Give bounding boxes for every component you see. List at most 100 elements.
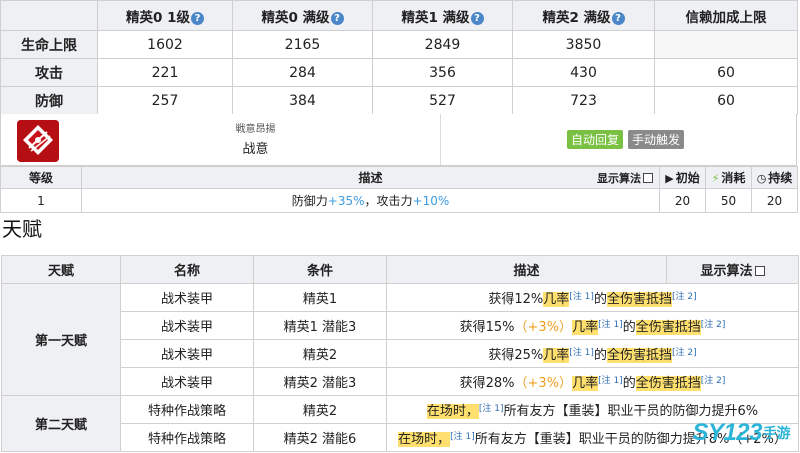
note-link[interactable]: [注 2] (701, 376, 726, 386)
help-icon[interactable]: ? (330, 11, 344, 25)
note-link[interactable]: [注 2] (672, 348, 697, 358)
stats-header-e0-max: 精英0 满级? (232, 0, 373, 31)
stats-cell: 3850 (512, 30, 655, 59)
talents-table: 天赋 名称 条件 描述 显示算法 第一天赋 战术装甲 精英1 获得12%几率[注… (1, 255, 799, 452)
stats-header-e1-max: 精英1 满级? (372, 0, 513, 31)
skill-name: 战意 (242, 142, 269, 157)
help-icon[interactable]: ? (470, 11, 484, 25)
talent-row: 第二天赋 特种作战策略 精英2 在场时，[注 1]所有友方【重装】职业干员的防御… (1, 395, 799, 452)
skill-icon (17, 120, 59, 162)
talents-header-row: 天赋 名称 条件 描述 显示算法 (1, 255, 799, 284)
talent-col: 天赋 (1, 255, 121, 284)
talent-row: 特种作战策略 精英2 潜能6 在场时，[注 1]所有友方【重装】职业干员的防御力… (2, 423, 799, 452)
stats-cell: 384 (232, 86, 373, 115)
stats-header-corner (0, 0, 98, 31)
note-link[interactable]: [注 2] (701, 320, 726, 330)
talent-name: 特种作战策略 (120, 423, 254, 452)
stats-cell: 1602 (97, 30, 233, 59)
show-formula-checkbox[interactable] (754, 266, 765, 276)
skill-initial-col: ▶ 初始 (659, 166, 706, 189)
skill-names: 戦意昂揚 战意 (71, 114, 441, 165)
skill-cost-value: 50 (705, 188, 752, 213)
talent-condition: 精英1 潜能3 (253, 311, 387, 340)
show-formula-checkbox[interactable] (643, 173, 653, 183)
stats-cell (654, 30, 798, 59)
play-icon: ▶ (665, 172, 674, 185)
stats-row-label: 防御 (0, 86, 98, 115)
stats-cell: 257 (97, 86, 233, 115)
stats-cell: 284 (232, 58, 373, 87)
talent-description: 在场时，[注 1]所有友方【重装】职业干员的防御力提升8%（+2%） (386, 423, 799, 452)
note-link[interactable]: [注 1] (569, 292, 594, 302)
skill-level-header: 等级 描述 显示算法 ▶ 初始 ⚡ 消耗 ◷ 持续 (0, 166, 798, 189)
note-link[interactable]: [注 2] (672, 292, 697, 302)
skill-initial-value: 20 (659, 188, 706, 213)
talent-row: 战术装甲 精英2 潜能3 获得28%（+3%）几率[注 1]的全伤害抵挡[注 2… (2, 367, 799, 396)
recovery-type-badge: 自动回复 (567, 130, 624, 149)
stats-row-label: 攻击 (0, 58, 98, 87)
talent-description: 获得25%几率[注 1]的全伤害抵挡[注 2] (386, 339, 799, 368)
lightning-icon: ⚡ (711, 172, 720, 185)
stats-cell: 60 (654, 58, 798, 87)
stats-table: 精英0 1级? 精英0 满级? 精英1 满级? 精英2 满级? 信赖加成上限 生… (0, 0, 798, 115)
talent-description: 获得12%几率[注 1]的全伤害抵挡[注 2] (386, 283, 799, 312)
talent-condition: 精英2 潜能6 (253, 423, 387, 452)
talent-name: 战术装甲 (120, 367, 254, 396)
skill-duration-value: 20 (751, 188, 798, 213)
talent-description: 在场时，[注 1]所有友方【重装】职业干员的防御力提升6% (386, 395, 799, 424)
skill-cost-col: ⚡ 消耗 (705, 166, 752, 189)
talent-desc-col: 描述 (386, 255, 667, 284)
stats-cell: 527 (372, 86, 513, 115)
show-formula-toggle[interactable]: 显示算法 (597, 170, 653, 186)
talent-group-label: 第一天赋 (1, 283, 121, 396)
talent-name: 战术装甲 (120, 339, 254, 368)
note-link[interactable]: [注 1] (569, 348, 594, 358)
stats-cell: 356 (372, 58, 513, 87)
talent-condition: 精英2 (253, 395, 387, 424)
stats-header-e2-max: 精英2 满级? (512, 0, 655, 31)
note-link[interactable]: [注 1] (598, 320, 623, 330)
skill-duration-col: ◷ 持续 (751, 166, 798, 189)
stats-cell: 2165 (232, 30, 373, 59)
stats-header-trust: 信赖加成上限 (654, 0, 798, 31)
talent-name: 战术装甲 (120, 283, 254, 312)
skill-subtitle: 戦意昂揚 (235, 124, 276, 135)
talent-name: 特种作战策略 (120, 395, 254, 424)
talent-row: 战术装甲 精英2 获得25%几率[注 1]的全伤害抵挡[注 2] (2, 339, 799, 368)
skill-level-col: 等级 (0, 166, 82, 189)
talent-condition: 精英2 潜能3 (253, 367, 387, 396)
talents-section-title: 天赋 (2, 217, 42, 241)
stats-row-hp: 生命上限 1602 2165 2849 3850 (0, 30, 798, 59)
skill-level-table: 等级 描述 显示算法 ▶ 初始 ⚡ 消耗 ◷ 持续 1 防御力+35%，攻击力+10%… (0, 166, 798, 213)
clock-icon: ◷ (756, 172, 767, 185)
stats-row-atk: 攻击 221 284 356 430 60 (0, 58, 798, 87)
stats-header-row: 精英0 1级? 精英0 满级? 精英1 满级? 精英2 满级? 信赖加成上限 (0, 0, 798, 31)
talent-condition: 精英1 (253, 283, 387, 312)
help-icon[interactable]: ? (191, 11, 204, 25)
help-icon[interactable]: ? (611, 11, 625, 25)
skill-level-value: 1 (0, 188, 82, 213)
note-link[interactable]: [注 1] (479, 404, 504, 414)
skill-level-row: 1 防御力+35%，攻击力+10% 20 50 20 (0, 188, 798, 213)
stats-row-def: 防御 257 384 527 723 60 (0, 86, 798, 115)
stats-cell: 430 (512, 58, 655, 87)
talent-row: 第一天赋 战术装甲 精英1 获得12%几率[注 1]的全伤害抵挡[注 2] (1, 283, 799, 396)
talent-description: 获得28%（+3%）几率[注 1]的全伤害抵挡[注 2] (386, 367, 799, 396)
talent-name-col: 名称 (120, 255, 254, 284)
stats-cell: 60 (654, 86, 798, 115)
trigger-type-badge: 手动触发 (628, 130, 685, 149)
red-diamond-burst-icon (17, 120, 59, 162)
skill-panel: 戦意昂揚 战意 自动回复 手动触发 (0, 114, 797, 166)
stats-header-e0-lv1: 精英0 1级? (97, 0, 233, 31)
talent-row: 战术装甲 精英1 潜能3 获得15%（+3%）几率[注 1]的全伤害抵挡[注 2… (2, 311, 799, 340)
note-link[interactable]: [注 1] (598, 376, 623, 386)
skill-desc-col: 描述 显示算法 (81, 166, 660, 189)
talent-formula-col[interactable]: 显示算法 (666, 255, 799, 284)
talent-condition-col: 条件 (253, 255, 387, 284)
talent-group-label: 第二天赋 (1, 395, 121, 452)
stats-cell: 2849 (372, 30, 513, 59)
talent-description: 获得15%（+3%）几率[注 1]的全伤害抵挡[注 2] (386, 311, 799, 340)
talent-condition: 精英2 (253, 339, 387, 368)
skill-level-desc: 防御力+35%，攻击力+10% (81, 188, 660, 213)
note-link[interactable]: [注 1] (450, 432, 475, 442)
